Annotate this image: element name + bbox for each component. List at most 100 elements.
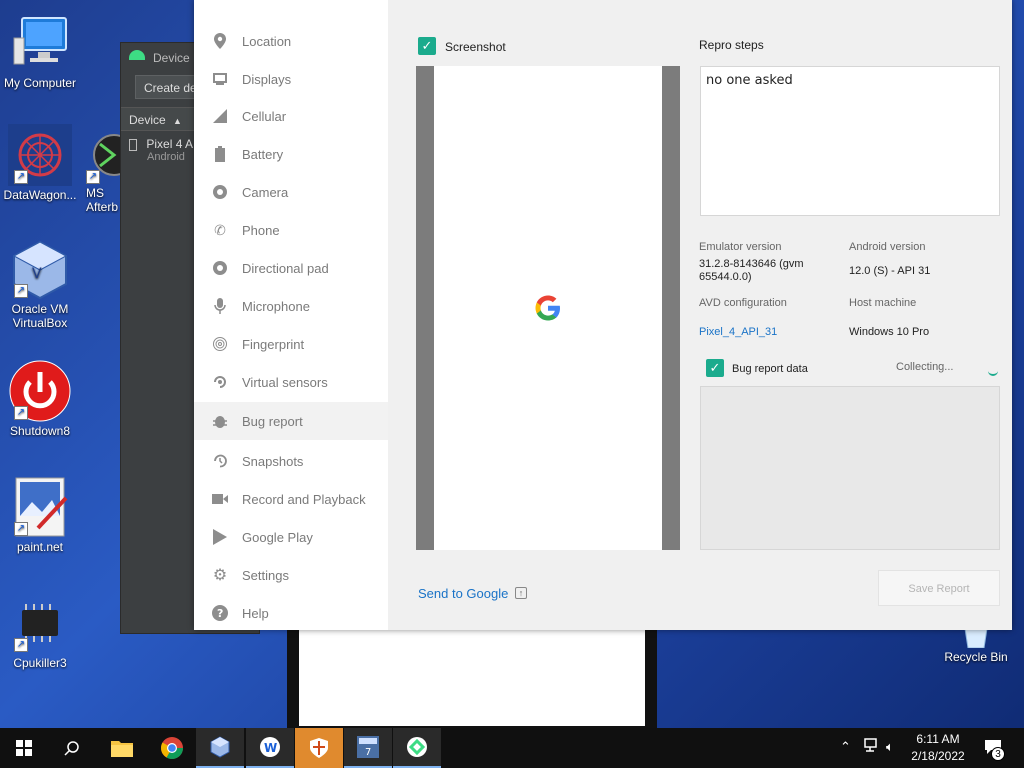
desktop-icon-virtualbox[interactable]: V ↗ Oracle VM VirtualBox	[0, 238, 80, 330]
camera-icon	[212, 184, 228, 200]
avd-configuration-link[interactable]: Pixel_4_API_31	[699, 326, 777, 338]
nav-item-label: Record and Playback	[242, 491, 366, 507]
svg-text:W: W	[264, 741, 277, 755]
nav-item-camera[interactable]: Camera	[194, 173, 388, 211]
android-version-label: Android version	[849, 241, 926, 253]
desktop-icon-label: paint.net	[16, 540, 64, 554]
taskbar-android-emulator[interactable]	[393, 728, 441, 768]
android-version-value: 12.0 (S) - API 31	[849, 265, 931, 277]
nav-item-location[interactable]: Location	[194, 22, 388, 60]
nav-item-cellular[interactable]: Cellular	[194, 97, 388, 135]
open-external-icon[interactable]: ↑	[515, 587, 527, 599]
start-button[interactable]	[0, 728, 48, 768]
nav-item-help[interactable]: ? Help	[194, 594, 388, 632]
screenshot-label: Screenshot	[445, 40, 506, 54]
taskbar-file-explorer[interactable]	[98, 728, 146, 768]
android-emulator-icon	[407, 737, 427, 757]
nav-item-label: Virtual sensors	[242, 374, 328, 390]
help-icon: ?	[212, 605, 228, 621]
clock-date: 2/18/2022	[911, 749, 965, 763]
bug-report-data-checkbox[interactable]: ✓	[706, 359, 724, 377]
nav-item-label: Location	[242, 33, 292, 49]
nav-item-battery[interactable]: Battery	[194, 135, 388, 173]
desktop-icon-msi-afterburner[interactable]: ↗ MS Afterb	[80, 124, 124, 214]
paintnet-icon: ↗	[8, 476, 72, 538]
nav-item-microphone[interactable]: Microphone	[194, 287, 388, 325]
avd-configuration-label: AVD configuration	[699, 297, 787, 309]
svg-text:7: 7	[365, 747, 371, 758]
nav-item-displays[interactable]: Displays	[194, 60, 388, 98]
taskbar-3d-app[interactable]	[196, 728, 244, 768]
nav-item-label: Displays	[242, 71, 292, 87]
collecting-status: Collecting...	[896, 361, 954, 373]
taskbar: W 7 ⌃ 🔈︎ 6:11 AM 2/18/2022 3	[0, 728, 1024, 768]
device-name: Pixel 4 AI	[146, 137, 197, 151]
emulator-screen[interactable]	[299, 628, 645, 726]
battery-icon	[212, 146, 228, 162]
desktop-icon-paintnet[interactable]: ↗ paint.net	[0, 476, 80, 554]
desktop-icon-cpukiller[interactable]: ↗ Cpukiller3	[0, 592, 80, 670]
nav-item-label: Cellular	[242, 108, 287, 124]
cpu-chip-icon: ↗	[8, 592, 72, 654]
desktop-icon-shutdown8[interactable]: ↗ Shutdown8	[0, 360, 80, 438]
volume-icon[interactable]: 🔈︎	[886, 739, 894, 755]
nav-item-snapshots[interactable]: Snapshots	[194, 442, 388, 480]
desktop-icon-my-computer[interactable]: My Computer	[0, 12, 80, 90]
computer-icon	[8, 12, 72, 74]
search-icon	[64, 741, 79, 756]
taskbar-search-button[interactable]	[48, 728, 96, 768]
google-logo-icon	[535, 295, 560, 321]
nav-item-settings[interactable]: ⚙ Settings	[194, 556, 388, 594]
svg-text:?: ?	[217, 607, 223, 620]
fingerprint-icon	[212, 336, 228, 352]
nav-item-label: Google Play	[242, 529, 313, 545]
nav-item-google-play[interactable]: Google Play	[194, 518, 388, 556]
taskbar-calculator[interactable]: 7	[344, 728, 392, 768]
location-pin-icon	[212, 33, 228, 49]
taskbar-shield-app[interactable]	[295, 728, 343, 768]
microphone-icon	[212, 298, 228, 314]
nav-item-label: Battery	[242, 146, 284, 162]
shortcut-arrow-icon: ↗	[14, 406, 28, 420]
nav-item-record-and-playback[interactable]: Record and Playback	[194, 480, 388, 518]
dpad-icon	[212, 260, 228, 276]
taskbar-chrome[interactable]	[148, 728, 196, 768]
afterburner-icon: ↗	[80, 124, 124, 186]
screenshot-checkbox[interactable]: ✓	[418, 37, 436, 55]
phone-device-icon	[129, 138, 137, 151]
network-icon[interactable]	[864, 738, 880, 755]
nav-item-directional-pad[interactable]: Directional pad	[194, 249, 388, 287]
send-to-google-link[interactable]: Send to Google	[418, 586, 508, 601]
chevron-up-icon[interactable]: ⌃	[840, 739, 851, 755]
start-icon	[16, 740, 32, 756]
notifications-button[interactable]: 3	[984, 739, 1005, 761]
calculator-icon: 7	[357, 736, 379, 758]
repro-steps-textarea[interactable]: no one asked	[700, 66, 1000, 216]
nav-item-label: Fingerprint	[242, 336, 305, 352]
clock-time: 6:11 AM	[916, 732, 960, 746]
repro-steps-label: Repro steps	[699, 38, 764, 52]
taskbar-notepad[interactable]: W	[246, 728, 294, 768]
nav-item-phone[interactable]: ✆ Phone	[194, 211, 388, 249]
desktop-icon-label: Recycle Bin	[944, 650, 1008, 664]
host-machine-value: Windows 10 Pro	[849, 326, 930, 338]
desktop-icon-datawagon[interactable]: ↗ DataWagon...	[0, 124, 80, 202]
emulator-version-value: 31.2.8-8143646 (gvm 65544.0.0)	[699, 258, 804, 283]
shortcut-arrow-icon: ↗	[86, 170, 100, 184]
nav-item-fingerprint[interactable]: Fingerprint	[194, 325, 388, 363]
emulator-version-label: Emulator version	[699, 241, 782, 253]
shortcut-arrow-icon: ↗	[14, 284, 28, 298]
host-machine-label: Host machine	[849, 297, 917, 309]
notepad-icon: W	[260, 737, 280, 757]
bug-icon	[212, 413, 228, 429]
desktop-icon-label: My Computer	[3, 76, 77, 90]
save-report-button[interactable]: Save Report	[878, 570, 1000, 606]
history-icon	[212, 453, 228, 469]
file-explorer-icon	[111, 741, 133, 757]
nav-item-bug-report[interactable]: Bug report	[194, 402, 388, 440]
loading-spinner-icon	[988, 366, 998, 376]
desktop-icon-label: MS Afterb	[86, 186, 119, 214]
clock[interactable]: 6:11 AM 2/18/2022	[906, 732, 970, 763]
nav-item-virtual-sensors[interactable]: Virtual sensors	[194, 363, 388, 401]
device-column-label: Device	[129, 113, 166, 127]
